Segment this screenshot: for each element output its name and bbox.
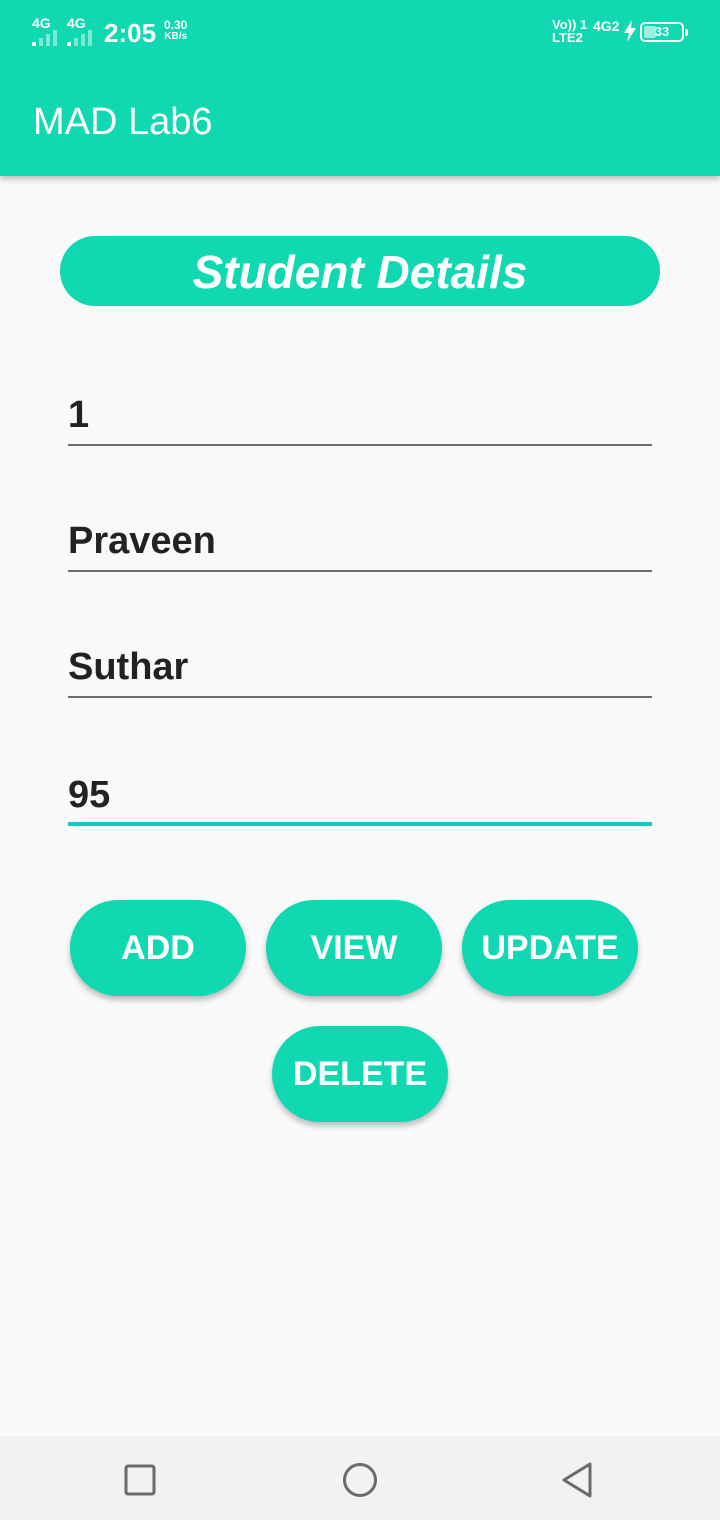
view-button[interactable]: VIEW bbox=[266, 900, 442, 996]
marks-input[interactable] bbox=[68, 766, 652, 824]
last-name-field[interactable] bbox=[68, 638, 652, 698]
sim2-signal: 4G bbox=[67, 16, 92, 46]
delete-button[interactable]: DELETE bbox=[272, 1026, 448, 1122]
speed-value: 0.30 bbox=[164, 18, 188, 32]
marks-field[interactable] bbox=[68, 766, 652, 826]
battery-icon: 33 bbox=[640, 22, 688, 42]
app-header: 4G 4G 2:05 0.30 KB/s Vo)) 1 LTE2 4G2 33 bbox=[0, 0, 720, 176]
last-name-input[interactable] bbox=[68, 638, 652, 696]
app-title: MAD Lab6 bbox=[33, 101, 213, 143]
volte-indicator: Vo)) 1 LTE2 bbox=[552, 18, 587, 44]
speed-unit: KB/s bbox=[164, 31, 188, 42]
circle-icon[interactable] bbox=[338, 1458, 382, 1502]
field-underline-focused bbox=[68, 822, 652, 826]
charging-bolt-icon bbox=[624, 20, 636, 42]
sim1-signal: 4G bbox=[32, 16, 57, 46]
network-4g-indicator: 4G2 bbox=[593, 18, 620, 34]
clock: 2:05 bbox=[104, 18, 157, 48]
sim1-network-type: 4G bbox=[32, 15, 51, 31]
lte-label: LTE2 bbox=[552, 30, 583, 45]
network-speed: 0.30 KB/s bbox=[164, 19, 187, 43]
field-underline bbox=[68, 570, 652, 572]
student-id-input[interactable] bbox=[68, 386, 652, 444]
student-id-field[interactable] bbox=[68, 386, 652, 446]
add-button[interactable]: ADD bbox=[70, 900, 246, 996]
field-underline bbox=[68, 696, 652, 698]
update-button[interactable]: UPDATE bbox=[462, 900, 638, 996]
triangle-back-icon[interactable] bbox=[556, 1458, 600, 1502]
sim2-network-type: 4G bbox=[67, 15, 86, 31]
system-navigation-bar bbox=[0, 1436, 720, 1520]
status-bar: 4G 4G 2:05 0.30 KB/s Vo)) 1 LTE2 4G2 33 bbox=[0, 0, 720, 64]
field-underline bbox=[68, 444, 652, 446]
signal-bars-icon bbox=[32, 30, 57, 46]
first-name-input[interactable] bbox=[68, 512, 652, 570]
first-name-field[interactable] bbox=[68, 512, 652, 572]
battery-percent: 33 bbox=[654, 24, 670, 39]
square-icon[interactable] bbox=[118, 1458, 162, 1502]
student-details-heading: Student Details bbox=[60, 236, 660, 306]
signal-bars-icon bbox=[67, 30, 92, 46]
